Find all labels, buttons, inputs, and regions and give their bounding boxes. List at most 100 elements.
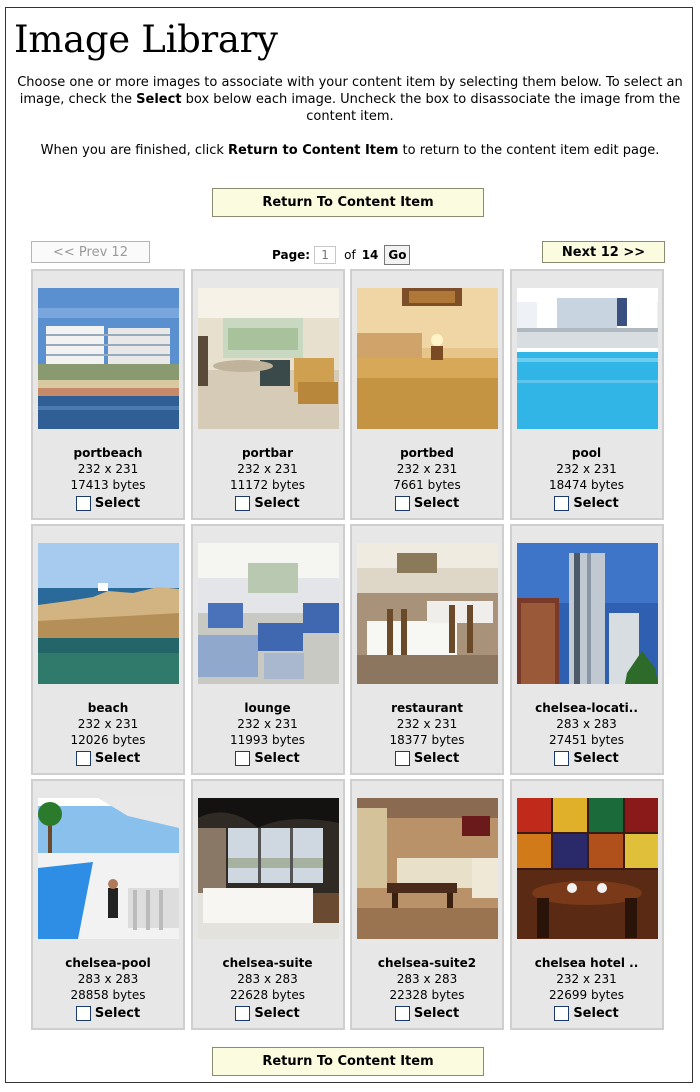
return-to-content-item-button[interactable]: Return To Content Item: [212, 188, 484, 217]
select-checkbox[interactable]: [394, 1006, 410, 1021]
image-meta: chelsea hotel .. 232 x 231 22699 bytes: [512, 955, 662, 1003]
image-thumbnail[interactable]: [516, 288, 658, 429]
select-label: Select: [573, 1006, 619, 1021]
select-checkbox[interactable]: [235, 1006, 251, 1021]
image-meta: lounge 232 x 231 11993 bytes: [193, 700, 343, 748]
image-dimensions: 232 x 231: [396, 717, 458, 731]
image-dimensions: 283 x 283: [396, 972, 458, 986]
image-thumbnail[interactable]: [197, 798, 339, 939]
image-name: portbed: [400, 446, 454, 460]
page-frame: Image Library Choose one or more images …: [5, 7, 693, 1083]
image-meta: portbar 232 x 231 11172 bytes: [193, 445, 343, 493]
select-checkbox[interactable]: [235, 496, 251, 511]
image-meta: beach 232 x 231 12026 bytes: [33, 700, 183, 748]
return-to-content-item-button-bottom[interactable]: Return To Content Item: [212, 1047, 484, 1076]
image-thumbnail[interactable]: [357, 288, 498, 429]
image-name: beach: [87, 701, 129, 715]
page-title: Image Library: [14, 18, 278, 61]
select-checkbox[interactable]: [394, 751, 410, 766]
select-checkbox[interactable]: [554, 751, 570, 766]
image-file-size: 17413 bytes: [70, 478, 146, 492]
image-file-size: 28858 bytes: [70, 988, 146, 1002]
select-control[interactable]: Select: [33, 751, 183, 766]
image-name: chelsea-suite: [222, 956, 313, 970]
image-card: chelsea hotel .. 232 x 231 22699 bytes S…: [509, 779, 664, 1030]
select-control[interactable]: Select: [33, 1006, 183, 1021]
instructions-return: When you are finished, click Return to C…: [40, 143, 660, 158]
image-card: portbeach 232 x 231 17413 bytes Select: [31, 269, 185, 520]
select-label: Select: [573, 751, 619, 766]
image-thumbnail[interactable]: [357, 798, 498, 939]
image-card: chelsea-pool 283 x 283 28858 bytes Selec…: [31, 779, 185, 1030]
select-control[interactable]: Select: [352, 1006, 502, 1021]
select-checkbox[interactable]: [75, 496, 91, 511]
image-name: lounge: [244, 701, 291, 715]
image-card: restaurant 232 x 231 18377 bytes Select: [350, 524, 504, 775]
image-thumbnail[interactable]: [38, 798, 179, 939]
image-file-size: 7661 bytes: [393, 478, 461, 492]
select-label: Select: [254, 751, 300, 766]
image-dimensions: 283 x 283: [77, 972, 139, 986]
image-card: lounge 232 x 231 11993 bytes Select: [190, 524, 345, 775]
select-label: Select: [94, 496, 141, 511]
image-dimensions: 232 x 231: [237, 717, 298, 731]
select-control[interactable]: Select: [193, 1006, 343, 1021]
select-checkbox[interactable]: [394, 496, 410, 511]
select-checkbox[interactable]: [554, 496, 570, 511]
go-button[interactable]: Go: [384, 245, 411, 265]
image-file-size: 22699 bytes: [548, 988, 625, 1002]
next-page-button[interactable]: Next 12 >>: [542, 241, 665, 263]
select-control[interactable]: Select: [33, 496, 183, 511]
page-selector: Page: of 14 Go: [272, 245, 411, 265]
image-card: pool 232 x 231 18474 bytes Select: [509, 269, 664, 520]
select-label: Select: [94, 1006, 141, 1021]
select-checkbox[interactable]: [235, 751, 251, 766]
select-label: Select: [413, 496, 460, 511]
image-thumbnail[interactable]: [38, 543, 179, 684]
select-checkbox[interactable]: [554, 1006, 570, 1021]
image-name: chelsea hotel ..: [534, 956, 639, 970]
image-thumbnail[interactable]: [197, 543, 339, 684]
image-thumbnail[interactable]: [516, 543, 658, 684]
image-name: chelsea-suite2: [377, 956, 477, 970]
image-card: portbar 232 x 231 11172 bytes Select: [190, 269, 345, 520]
image-file-size: 18377 bytes: [389, 733, 465, 747]
select-label: Select: [254, 496, 300, 511]
image-meta: pool 232 x 231 18474 bytes: [512, 445, 662, 493]
image-name: portbar: [241, 446, 294, 460]
image-meta: chelsea-suite2 283 x 283 22328 bytes: [352, 955, 502, 1003]
instructions: Choose one or more images to associate w…: [14, 74, 686, 159]
image-file-size: 11172 bytes: [229, 478, 306, 492]
select-control[interactable]: Select: [193, 751, 343, 766]
image-file-size: 12026 bytes: [70, 733, 146, 747]
image-name: restaurant: [391, 701, 463, 715]
image-meta: portbed 232 x 231 7661 bytes: [352, 445, 502, 493]
prev-page-button[interactable]: << Prev 12: [31, 241, 150, 263]
image-file-size: 11993 bytes: [229, 733, 306, 747]
select-control[interactable]: Select: [352, 751, 502, 766]
image-card: chelsea-locati.. 283 x 283 27451 bytes S…: [509, 524, 664, 775]
image-thumbnail[interactable]: [516, 798, 658, 939]
image-dimensions: 232 x 231: [556, 462, 617, 476]
select-control[interactable]: Select: [193, 496, 343, 511]
image-thumbnail[interactable]: [38, 288, 179, 429]
of-label: of: [344, 248, 356, 262]
image-meta: chelsea-pool 283 x 283 28858 bytes: [33, 955, 183, 1003]
image-name: chelsea-locati..: [535, 701, 638, 715]
select-checkbox[interactable]: [75, 751, 91, 766]
image-file-size: 22628 bytes: [229, 988, 306, 1002]
select-checkbox[interactable]: [75, 1006, 91, 1021]
select-control[interactable]: Select: [512, 496, 662, 511]
image-dimensions: 232 x 231: [77, 717, 139, 731]
select-control[interactable]: Select: [512, 1006, 662, 1021]
page-number-input[interactable]: [314, 246, 337, 264]
image-thumbnail[interactable]: [357, 543, 498, 684]
image-file-size: 27451 bytes: [548, 733, 625, 747]
select-label: Select: [573, 496, 619, 511]
select-control[interactable]: Select: [352, 496, 502, 511]
image-name: pool: [571, 446, 602, 460]
image-card: portbed 232 x 231 7661 bytes Select: [350, 269, 504, 520]
instructions-select: Choose one or more images to associate w…: [17, 75, 683, 124]
image-thumbnail[interactable]: [197, 288, 339, 429]
select-control[interactable]: Select: [512, 751, 662, 766]
